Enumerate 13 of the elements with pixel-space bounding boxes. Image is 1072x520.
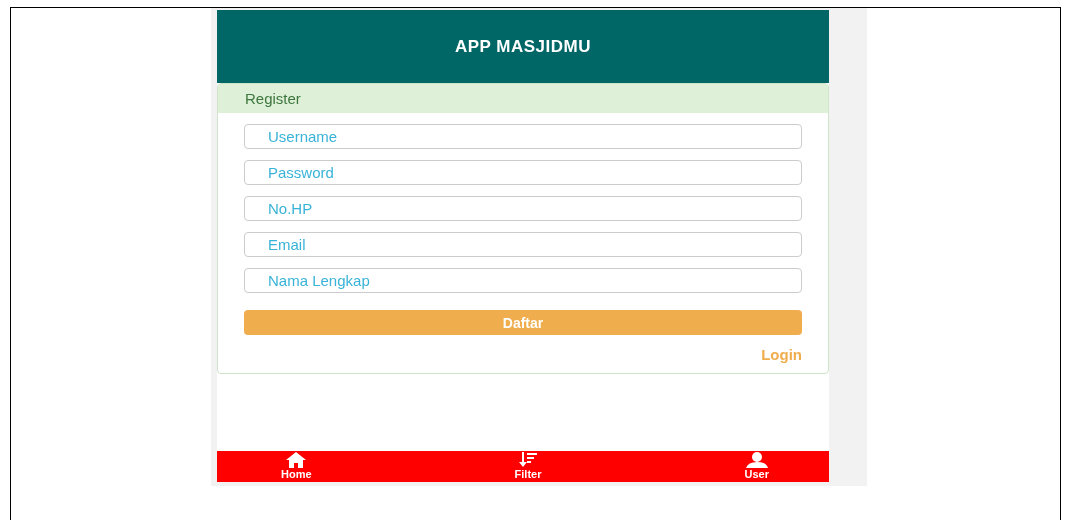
nav-item[interactable]: Home [281, 451, 312, 482]
input-field[interactable]: Nama Lengkap [244, 268, 802, 293]
input-field[interactable]: Password [244, 160, 802, 185]
home-icon [286, 452, 307, 468]
user-icon [745, 452, 768, 468]
filter-icon [518, 452, 539, 468]
nav-item[interactable]: Filter [514, 451, 542, 482]
input-field[interactable]: No.HP [244, 196, 802, 221]
nav-item[interactable]: User [744, 451, 769, 482]
input-field[interactable]: Username [244, 124, 802, 149]
app-title: APP MASJIDMU [454, 36, 591, 57]
input-field[interactable]: Email [244, 232, 802, 257]
panel-title: Register [245, 90, 301, 107]
